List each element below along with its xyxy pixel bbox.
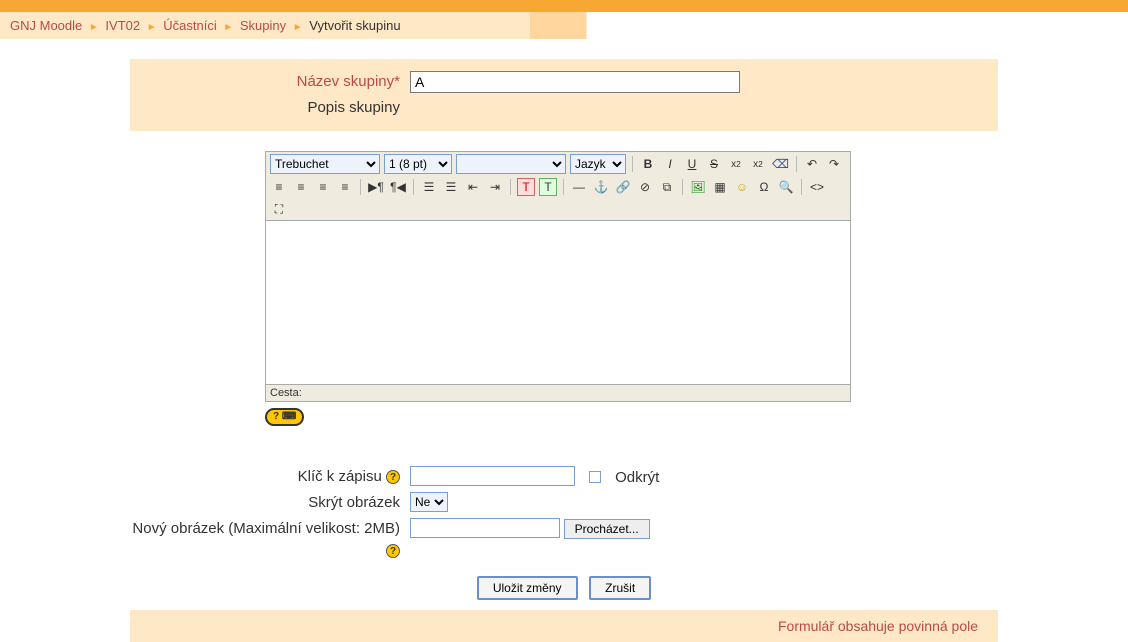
- toolbar-separator: [632, 156, 633, 172]
- editor-path-bar: Cesta:: [265, 385, 851, 402]
- unlink-icon[interactable]: ⊘: [636, 178, 654, 196]
- text-color-icon[interactable]: T: [517, 178, 535, 196]
- enrolment-key-label: Klíč k zápisu ?: [130, 466, 410, 488]
- special-char-icon[interactable]: Ω: [755, 178, 773, 196]
- button-row: Uložit změny Zrušit: [130, 566, 998, 610]
- hide-picture-select[interactable]: Ne: [410, 492, 448, 512]
- breadcrumb-link-3[interactable]: Skupiny: [240, 18, 286, 33]
- group-desc-label: Popis skupiny: [130, 97, 410, 119]
- strikethrough-icon[interactable]: S: [705, 155, 723, 173]
- rtl-icon[interactable]: ¶◀: [389, 178, 407, 196]
- editor-toolbar-row2: ≡ ≡ ≡ ≡ ▶¶ ¶◀ ☰ ☰ ⇤ ⇥ T T — ⚓ 🔗 ⊘ ⧉ 🖼 ▦ …: [265, 176, 851, 220]
- undo-icon[interactable]: ↶: [803, 155, 821, 173]
- link-icon[interactable]: 🔗: [614, 178, 632, 196]
- unordered-list-icon[interactable]: ☰: [442, 178, 460, 196]
- required-marker: *: [394, 73, 400, 90]
- browse-button[interactable]: Procházet...: [564, 519, 650, 539]
- form-footer: Formulář obsahuje povinná pole: [130, 610, 998, 642]
- breadcrumb-sep-icon: ►: [147, 22, 157, 33]
- align-left-icon[interactable]: ≡: [270, 178, 288, 196]
- breadcrumb-link-1[interactable]: IVT02: [105, 18, 140, 33]
- hr-icon[interactable]: —: [570, 178, 588, 196]
- redo-icon[interactable]: ↷: [825, 155, 843, 173]
- reveal-checkbox[interactable]: [589, 471, 601, 483]
- italic-icon[interactable]: I: [661, 155, 679, 173]
- group-name-input[interactable]: [410, 71, 740, 93]
- hide-picture-label: Skrýt obrázek: [130, 492, 410, 514]
- form-section-lower: Klíč k zápisu ? Odkrýt Skrýt obrázek Ne …: [130, 466, 998, 610]
- reveal-label: Odkrýt: [615, 469, 659, 486]
- toolbar-separator: [360, 179, 361, 195]
- fullscreen-icon[interactable]: ⛶: [270, 200, 288, 218]
- help-icon[interactable]: ?: [386, 470, 400, 484]
- underline-icon[interactable]: U: [683, 155, 701, 173]
- align-right-icon[interactable]: ≡: [314, 178, 332, 196]
- breadcrumb-link-0[interactable]: GNJ Moodle: [10, 18, 82, 33]
- bold-icon[interactable]: B: [639, 155, 657, 173]
- subscript-icon[interactable]: x2: [727, 155, 745, 173]
- clean-icon[interactable]: ⌫: [771, 155, 790, 173]
- toolbar-separator: [796, 156, 797, 172]
- new-picture-input[interactable]: [410, 518, 560, 538]
- breadcrumb-sep-icon: ►: [293, 22, 303, 33]
- required-fields-notice: Formulář obsahuje povinná pole: [778, 618, 978, 634]
- save-button[interactable]: Uložit změny: [477, 576, 578, 600]
- outdent-icon[interactable]: ⇤: [464, 178, 482, 196]
- anchor-icon[interactable]: ⚓: [592, 178, 610, 196]
- toolbar-separator: [413, 179, 414, 195]
- keyboard-help-icon[interactable]: ? ⌨: [265, 408, 304, 426]
- superscript-icon[interactable]: x2: [749, 155, 767, 173]
- form-section-name: Název skupiny* Popis skupiny: [130, 59, 998, 131]
- cancel-button[interactable]: Zrušit: [589, 576, 651, 600]
- toolbar-separator: [510, 179, 511, 195]
- align-justify-icon[interactable]: ≡: [336, 178, 354, 196]
- align-center-icon[interactable]: ≡: [292, 178, 310, 196]
- search-replace-icon[interactable]: 🔍: [777, 178, 795, 196]
- breadcrumb: GNJ Moodle ► IVT02 ► Účastníci ► Skupiny…: [0, 12, 1128, 39]
- breadcrumb-current: Vytvořit skupinu: [309, 18, 400, 33]
- group-name-label: Název skupiny*: [130, 71, 410, 93]
- ltr-icon[interactable]: ▶¶: [367, 178, 385, 196]
- html-source-icon[interactable]: <>: [808, 178, 826, 196]
- style-select[interactable]: [456, 154, 566, 174]
- toolbar-separator: [563, 179, 564, 195]
- indent-icon[interactable]: ⇥: [486, 178, 504, 196]
- breadcrumb-link-2[interactable]: Účastníci: [163, 18, 216, 33]
- help-icon[interactable]: ?: [386, 544, 400, 558]
- editor-toolbar-row1: Trebuchet 1 (8 pt) Jazyk B I U S x2 x2 ⌫…: [265, 151, 851, 176]
- toolbar-separator: [801, 179, 802, 195]
- font-family-select[interactable]: Trebuchet: [270, 154, 380, 174]
- new-picture-label: Nový obrázek (Maximální velikost: 2MB) ?: [130, 518, 410, 562]
- nolink-icon[interactable]: ⧉: [658, 178, 676, 196]
- lang-select[interactable]: Jazyk: [570, 154, 626, 174]
- editor-content-area[interactable]: [265, 220, 851, 385]
- toolbar-separator: [682, 179, 683, 195]
- enrolment-key-input[interactable]: [410, 466, 575, 486]
- ordered-list-icon[interactable]: ☰: [420, 178, 438, 196]
- editor-section: Trebuchet 1 (8 pt) Jazyk B I U S x2 x2 ⌫…: [130, 151, 998, 426]
- font-size-select[interactable]: 1 (8 pt): [384, 154, 452, 174]
- breadcrumb-sep-icon: ►: [89, 22, 99, 33]
- image-icon[interactable]: 🖼: [689, 178, 707, 196]
- top-accent-bar: [0, 0, 1128, 12]
- table-icon[interactable]: ▦: [711, 178, 729, 196]
- breadcrumb-sep-icon: ►: [223, 22, 233, 33]
- smiley-icon[interactable]: ☺: [733, 178, 751, 196]
- bg-color-icon[interactable]: T: [539, 178, 557, 196]
